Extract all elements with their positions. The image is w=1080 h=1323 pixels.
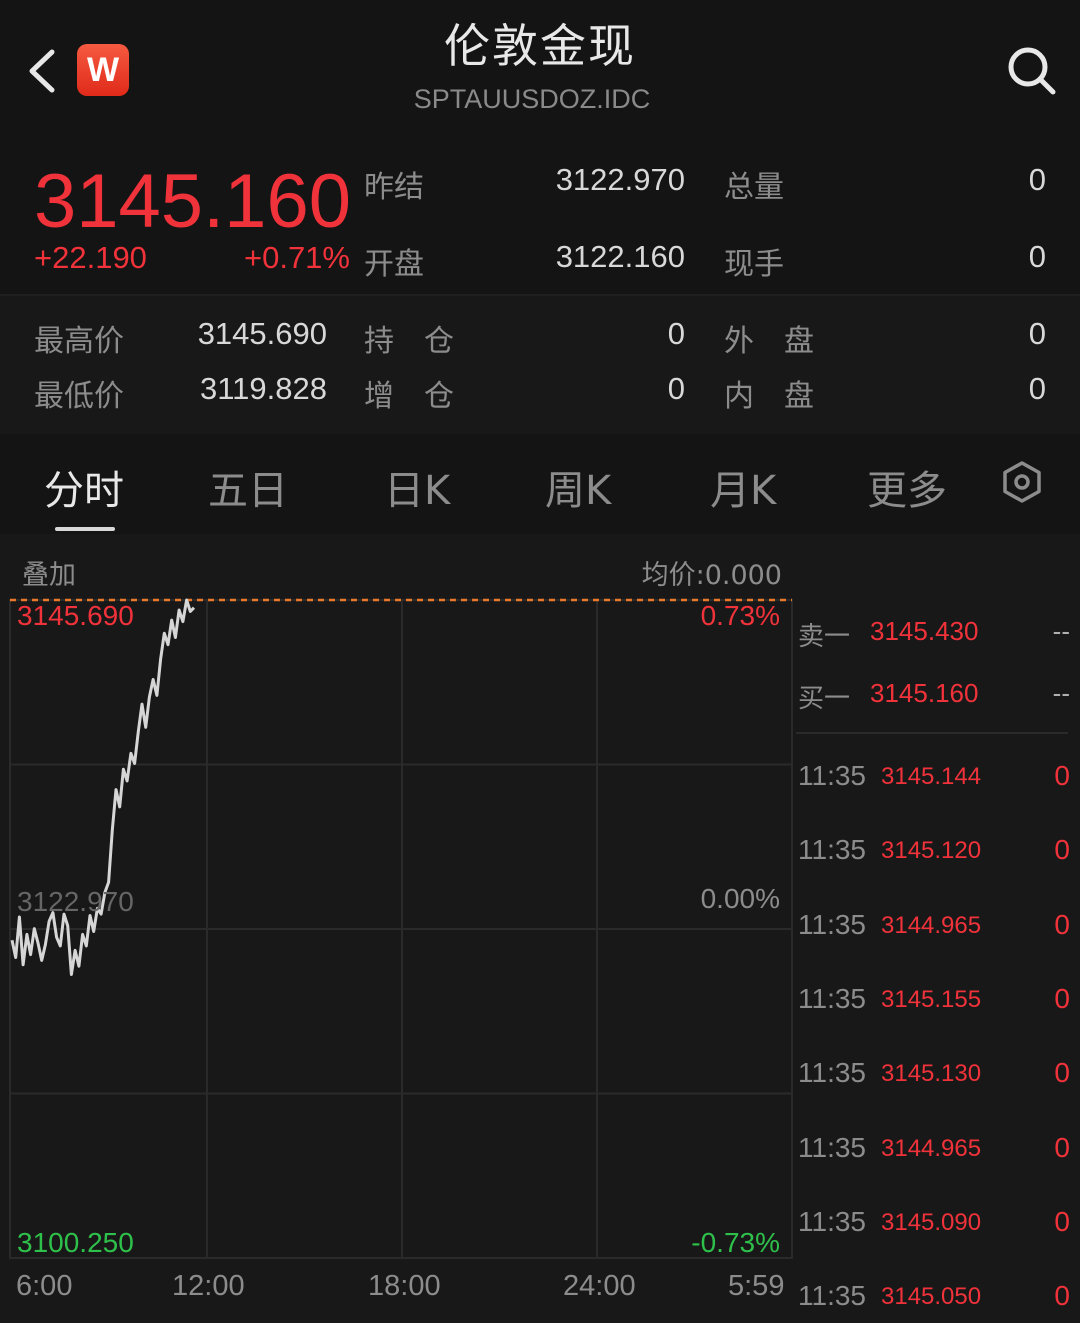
stat-label-high: 最高价 bbox=[34, 324, 124, 359]
page-title: 伦敦金现 bbox=[444, 19, 636, 73]
tick-time: 11:35 bbox=[798, 1280, 866, 1312]
bid-price: 3145.160 bbox=[870, 678, 979, 708]
ask-volume: -- bbox=[1052, 616, 1070, 646]
y-pct-low: -0.73% bbox=[691, 1227, 780, 1258]
stat-label-open: 开盘 bbox=[364, 247, 424, 282]
stat-value-low: 3119.828 bbox=[200, 371, 327, 406]
stat-value-prev-settle: 3122.970 bbox=[555, 162, 685, 197]
tick-volume: 0 bbox=[1054, 908, 1070, 940]
stat-label-oi-change: 增 仓 bbox=[364, 379, 454, 414]
tick-price: 3145.130 bbox=[881, 1060, 982, 1088]
app-logo-w-icon[interactable]: W bbox=[77, 44, 129, 96]
ask-label: 卖一 bbox=[798, 622, 851, 652]
last-price: 3145.160 bbox=[34, 159, 351, 244]
tick-time: 11:35 bbox=[798, 1131, 866, 1163]
stat-label-prev-settle: 昨结 bbox=[364, 170, 424, 205]
ask-price: 3145.430 bbox=[870, 616, 979, 646]
tick-price: 3145.155 bbox=[881, 985, 982, 1013]
stat-value-open-interest: 0 bbox=[667, 316, 685, 351]
tab-intraday[interactable]: 分时 bbox=[44, 458, 124, 516]
y-pct-high: 0.73% bbox=[700, 600, 780, 631]
tick-time: 11:35 bbox=[798, 1057, 866, 1089]
back-chevron-icon[interactable] bbox=[22, 46, 62, 96]
stat-value-outer: 0 bbox=[1028, 316, 1046, 351]
y-label-reference: 3122.970 bbox=[17, 886, 134, 917]
tick-volume: 0 bbox=[1054, 1131, 1070, 1163]
tab-weekly-k[interactable]: 周K bbox=[545, 458, 611, 516]
tab-monthly-k[interactable]: 月K bbox=[710, 458, 776, 516]
tick-volume: 0 bbox=[1054, 982, 1070, 1014]
tick-time: 11:35 bbox=[798, 908, 866, 940]
stat-label-outer: 外 盘 bbox=[724, 324, 814, 359]
symbol-code: SPTAUUSDOZ.IDC bbox=[413, 84, 651, 114]
x-tick: 6:00 bbox=[16, 1270, 73, 1302]
bid-label: 买一 bbox=[798, 684, 851, 714]
tick-time: 11:35 bbox=[798, 982, 866, 1014]
intraday-chart[interactable] bbox=[0, 590, 800, 1262]
stat-value-inner: 0 bbox=[1028, 371, 1046, 406]
tick-volume: 0 bbox=[1054, 1280, 1070, 1312]
y-pct-zero: 0.00% bbox=[700, 883, 780, 914]
tick-volume: 0 bbox=[1054, 1205, 1070, 1237]
tick-volume: 0 bbox=[1054, 834, 1070, 866]
y-label-high: 3145.690 bbox=[17, 600, 134, 631]
overlay-button[interactable]: 叠加 bbox=[22, 553, 76, 592]
tick-volume: 0 bbox=[1054, 760, 1070, 791]
stats-panel bbox=[0, 296, 1080, 434]
bid-volume: -- bbox=[1052, 678, 1070, 708]
y-label-low: 3100.250 bbox=[17, 1227, 134, 1258]
tab-daily-k[interactable]: 日K bbox=[384, 458, 450, 516]
stat-value-high: 3145.690 bbox=[197, 316, 327, 351]
tab-five-day[interactable]: 五日 bbox=[208, 458, 288, 516]
tick-time: 11:35 bbox=[798, 760, 866, 791]
tick-price: 3144.965 bbox=[881, 911, 982, 939]
stat-label-volume: 总量 bbox=[724, 170, 784, 205]
stat-value-current-lot: 0 bbox=[1028, 239, 1046, 274]
stat-label-low: 最低价 bbox=[34, 379, 124, 414]
x-tick: 5:59 bbox=[728, 1270, 785, 1302]
tab-more[interactable]: 更多 bbox=[867, 458, 947, 516]
search-icon[interactable] bbox=[1005, 44, 1057, 96]
stat-value-oi-change: 0 bbox=[667, 371, 685, 406]
price-change: +22.190 bbox=[34, 240, 147, 275]
tick-price: 3145.144 bbox=[881, 763, 982, 790]
hexagon-settings-icon[interactable] bbox=[1000, 460, 1044, 504]
x-tick: 24:00 bbox=[563, 1270, 636, 1302]
price-line bbox=[10, 598, 196, 976]
tick-price: 3145.120 bbox=[881, 837, 982, 865]
tick-price: 3144.965 bbox=[881, 1134, 982, 1162]
stat-label-current-lot: 现手 bbox=[724, 247, 784, 282]
stat-label-open-interest: 持 仓 bbox=[364, 324, 454, 359]
x-tick: 18:00 bbox=[368, 1270, 441, 1302]
tick-price: 3145.050 bbox=[881, 1283, 982, 1311]
order-book-divider bbox=[796, 732, 1068, 734]
tick-volume: 0 bbox=[1054, 1057, 1070, 1089]
stat-label-inner: 内 盘 bbox=[724, 379, 814, 414]
stat-value-volume: 0 bbox=[1028, 162, 1046, 197]
active-tab-indicator bbox=[55, 527, 115, 531]
tick-time: 11:35 bbox=[798, 834, 866, 866]
tick-time: 11:35 bbox=[798, 1205, 866, 1237]
tick-price: 3145.090 bbox=[881, 1208, 982, 1236]
x-tick: 12:00 bbox=[172, 1270, 245, 1302]
average-price: 均价:0.000 bbox=[641, 560, 782, 591]
stat-value-open: 3122.160 bbox=[555, 239, 685, 274]
price-change-percent: +0.71% bbox=[243, 240, 350, 275]
